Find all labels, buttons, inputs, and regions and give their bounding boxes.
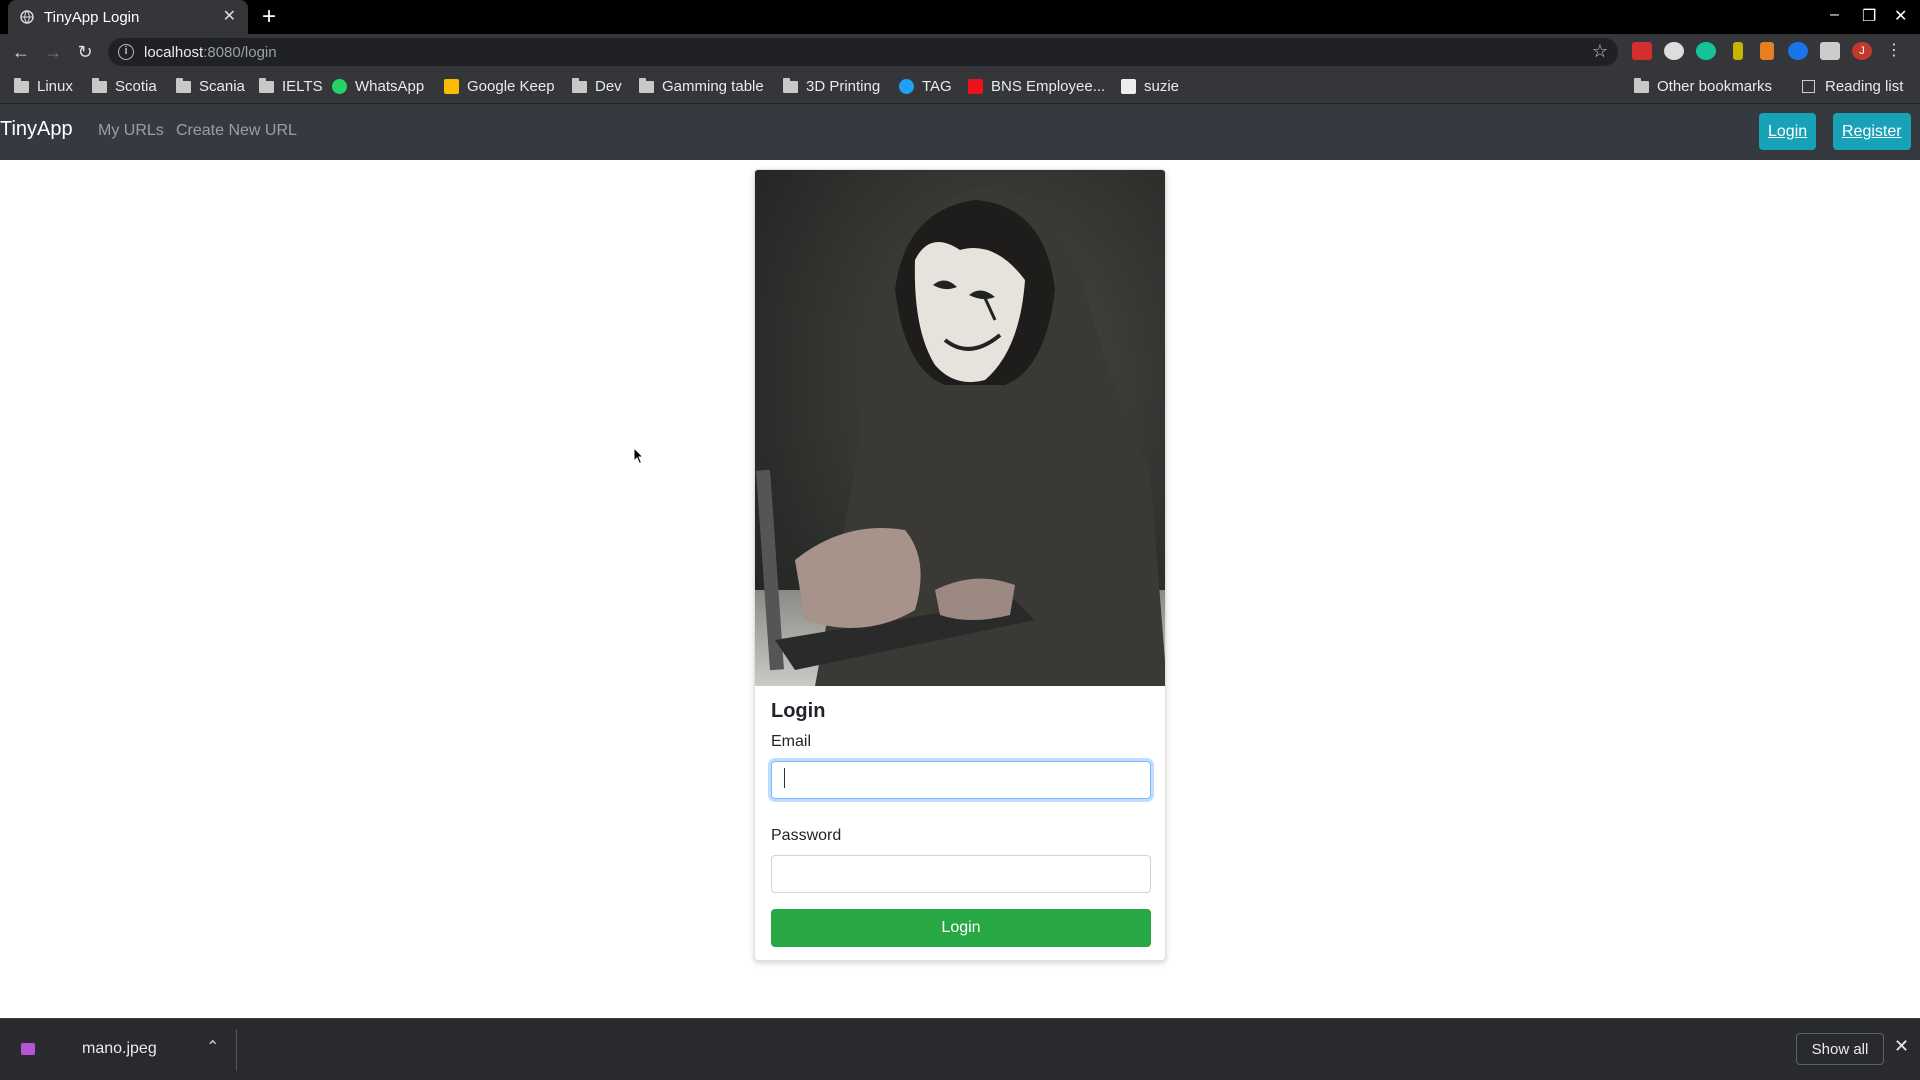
register-nav-button[interactable]: Register	[1833, 113, 1911, 150]
tab-title: TinyApp Login	[44, 8, 140, 26]
extension-icon[interactable]	[1760, 42, 1774, 60]
bookmark-label: suzie	[1144, 78, 1180, 95]
bookmark-item[interactable]: IELTS	[259, 77, 323, 95]
password-label: Password	[771, 827, 842, 844]
bookmark-label: Gamming table	[662, 78, 764, 95]
extensions-area: J ⋮	[1632, 42, 1916, 62]
nav-my-urls[interactable]: My URLs	[98, 122, 164, 140]
reading-list[interactable]: Reading list	[1802, 78, 1903, 95]
puzzle-icon[interactable]	[1820, 42, 1840, 60]
tab-close-icon[interactable]: ✕	[223, 8, 236, 26]
forward-icon[interactable]: →	[42, 41, 64, 63]
other-bookmarks-label: Other bookmarks	[1657, 78, 1773, 95]
bookmark-label: Scotia	[115, 78, 157, 95]
bookmark-item[interactable]: suzie	[1121, 78, 1179, 95]
chevron-up-icon[interactable]: ⌃	[206, 1037, 219, 1057]
download-shelf: mano.jpeg ⌃ Show all ✕	[0, 1018, 1920, 1080]
bookmark-item[interactable]: Scotia	[92, 77, 157, 95]
new-tab-button[interactable]: +	[262, 4, 276, 30]
more-menu-icon[interactable]: ⋮	[1884, 42, 1904, 60]
extension-icon[interactable]	[1733, 42, 1743, 60]
folder-icon	[639, 77, 654, 93]
bookmarks-bar: Linux Scotia Scania IELTS WhatsApp Googl…	[0, 70, 1920, 104]
mouse-cursor-icon	[633, 447, 645, 465]
bookmark-item[interactable]: Gamming table	[639, 77, 764, 95]
browser-tab-bar: TinyApp Login ✕ + – ❐ ✕	[0, 0, 1920, 34]
window-close-icon[interactable]: ✕	[1894, 6, 1907, 26]
bookmark-label: 3D Printing	[806, 78, 881, 95]
extension-icon[interactable]	[1788, 42, 1808, 60]
folder-icon	[572, 77, 587, 93]
twitter-icon	[899, 79, 914, 94]
bookmark-item[interactable]: BNS Employee...	[968, 78, 1105, 95]
extension-icon[interactable]	[1632, 42, 1652, 60]
url-host: localhost	[144, 43, 204, 61]
bookmark-item[interactable]: Google Keep	[444, 78, 555, 95]
bookmark-label: TAG	[922, 78, 952, 95]
bookmark-item[interactable]: Dev	[572, 77, 622, 95]
folder-icon	[1634, 77, 1649, 93]
bookmark-label: Google Keep	[467, 78, 555, 95]
back-icon[interactable]: ←	[10, 41, 32, 63]
bookmark-label: Linux	[37, 78, 73, 95]
divider	[236, 1029, 237, 1071]
reading-list-icon	[1802, 80, 1815, 93]
folder-icon	[259, 77, 274, 93]
whatsapp-icon	[332, 79, 347, 94]
site-info-icon[interactable]: i	[118, 44, 134, 60]
login-card: Login Email Password Login	[754, 169, 1166, 961]
login-title: Login	[771, 700, 826, 722]
nav-create-new-url[interactable]: Create New URL	[176, 122, 297, 140]
bookmark-label: IELTS	[282, 78, 323, 95]
login-submit-button[interactable]: Login	[771, 909, 1151, 947]
bookmark-item[interactable]: 3D Printing	[783, 77, 881, 95]
amazon-icon	[1121, 79, 1136, 94]
reading-list-label: Reading list	[1825, 78, 1904, 95]
folder-icon	[92, 77, 107, 93]
bookmark-label: WhatsApp	[355, 78, 425, 95]
url-path: :8080/login	[203, 43, 277, 61]
reload-icon[interactable]: ↻	[74, 41, 96, 63]
globe-icon	[20, 10, 34, 24]
download-file-name[interactable]: mano.jpeg	[82, 1040, 157, 1058]
bookmark-label: BNS Employee...	[991, 78, 1106, 95]
scotiabank-icon	[968, 79, 983, 94]
minimize-icon[interactable]: –	[1830, 6, 1839, 24]
grammarly-icon[interactable]	[1696, 42, 1716, 60]
login-nav-button[interactable]: Login	[1759, 113, 1817, 150]
brand-logo[interactable]: TinyApp	[0, 118, 73, 141]
address-bar[interactable]: i localhost:8080/login ☆	[108, 38, 1618, 66]
extension-icon[interactable]	[1664, 42, 1684, 60]
folder-icon	[783, 77, 798, 93]
folder-icon	[176, 77, 191, 93]
bookmark-item[interactable]: Linux	[14, 77, 73, 95]
restore-icon[interactable]: ❐	[1862, 6, 1876, 26]
screen: TinyApp Login ✕ + – ❐ ✕ ← → ↻ i localhos…	[0, 0, 1920, 1080]
folder-icon	[14, 77, 29, 93]
hooded-hacker-image	[755, 170, 1165, 686]
browser-tab[interactable]: TinyApp Login ✕	[8, 0, 248, 34]
email-input[interactable]	[771, 761, 1151, 799]
email-label: Email	[771, 733, 812, 750]
app-navbar: TinyApp My URLs Create New URL Login Reg…	[0, 104, 1920, 160]
profile-avatar[interactable]: J	[1852, 42, 1872, 60]
bookmark-item[interactable]: Scania	[176, 77, 245, 95]
bookmark-label: Scania	[199, 78, 245, 95]
bookmark-item[interactable]: TAG	[899, 78, 952, 95]
bookmark-item[interactable]: WhatsApp	[332, 78, 424, 95]
bookmark-label: Dev	[595, 78, 622, 95]
text-caret	[784, 768, 785, 788]
other-bookmarks[interactable]: Other bookmarks	[1634, 77, 1773, 95]
image-file-icon	[21, 1043, 35, 1055]
shelf-close-icon[interactable]: ✕	[1894, 1036, 1909, 1057]
login-form: Login Email Password Login	[771, 700, 1151, 947]
bookmark-star-icon[interactable]: ☆	[1592, 41, 1608, 62]
show-all-button[interactable]: Show all	[1796, 1033, 1884, 1065]
password-input[interactable]	[771, 855, 1151, 893]
google-keep-icon	[444, 79, 459, 94]
